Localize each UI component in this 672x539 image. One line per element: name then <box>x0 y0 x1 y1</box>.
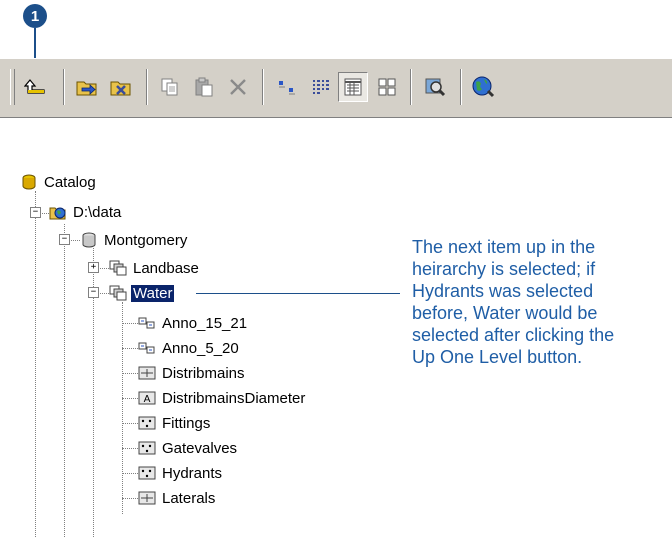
annotation-icon <box>138 317 155 329</box>
large-icons-icon <box>279 81 295 95</box>
catalog-toolbar <box>0 58 672 118</box>
feature-dataset-icon <box>109 285 127 301</box>
list-button[interactable] <box>306 72 336 102</box>
step-number-badge: 1 <box>23 4 47 28</box>
line-feature-class-icon <box>138 366 156 380</box>
line-feature-class-icon <box>138 491 156 505</box>
details-button[interactable] <box>338 72 368 102</box>
tree-item-label: Fittings <box>162 414 211 432</box>
tree-item-label: Gatevalves <box>162 439 238 457</box>
thumbnails-icon <box>378 78 396 96</box>
copy-button[interactable] <box>155 72 185 102</box>
annotation-line: heirarchy is selected; if <box>412 259 596 279</box>
disconnect-folder-button[interactable] <box>106 72 136 102</box>
tree-item-water[interactable]: Water <box>109 282 176 304</box>
globe-icon <box>472 76 495 98</box>
tree-item-feature-class[interactable]: Gatevalves <box>138 437 239 459</box>
tree-item-folder[interactable]: D:\data <box>49 201 123 223</box>
tree-item-label: Anno_5_20 <box>162 339 239 357</box>
folder-connection-icon <box>49 207 66 220</box>
magnifier-icon <box>425 78 446 97</box>
feature-dataset-icon <box>109 260 127 276</box>
catalog-tree: Catalog − D:\data − Montgomery + Landbas… <box>0 168 400 539</box>
tree-item-landbase[interactable]: Landbase <box>109 257 201 279</box>
point-feature-class-icon <box>138 466 156 480</box>
svg-text:A: A <box>144 394 151 405</box>
tree-item-database[interactable]: Montgomery <box>80 229 189 251</box>
tree-item-feature-class[interactable]: A DistribmainsDiameter <box>138 387 307 409</box>
annotation-line: The next item up in the <box>412 237 596 257</box>
tree-item-label: D:\data <box>73 203 122 221</box>
tree-item-label: Anno_15_21 <box>162 314 248 332</box>
tree-item-label: Landbase <box>133 259 199 277</box>
connect-folder-icon <box>76 81 97 96</box>
list-icon <box>313 80 329 94</box>
annotation-line: Up One Level button. <box>412 347 583 367</box>
expand-toggle[interactable]: + <box>88 262 99 273</box>
launch-arcmap-button[interactable] <box>420 72 450 102</box>
catalog-icon <box>22 174 36 190</box>
annotation-text: The next item up in the heirarchy is sel… <box>412 236 672 368</box>
tree-item-label: Montgomery <box>104 231 188 249</box>
delete-icon <box>230 79 246 95</box>
tree-item-label: Water <box>129 283 176 303</box>
annotation-leader-line <box>196 293 400 294</box>
annotation-icon <box>138 342 155 354</box>
large-icons-button[interactable] <box>272 72 302 102</box>
tree-item-feature-class[interactable]: Distribmains <box>138 362 247 384</box>
toolbar-separator <box>262 69 264 105</box>
toolbar-separator <box>410 69 412 105</box>
point-feature-class-icon <box>138 416 156 430</box>
copy-icon <box>161 78 178 96</box>
details-icon <box>344 78 362 96</box>
disconnect-folder-icon <box>110 81 131 96</box>
tree-item-feature-class[interactable]: Anno_5_20 <box>138 337 241 359</box>
toolbar-separator <box>63 69 65 105</box>
collapse-toggle[interactable]: − <box>59 234 70 245</box>
tree-item-label: Catalog <box>44 173 96 191</box>
tree-item-feature-class[interactable]: Fittings <box>138 412 212 434</box>
delete-button[interactable] <box>223 72 253 102</box>
paste-icon <box>195 77 213 97</box>
up-one-level-icon <box>24 79 45 94</box>
annotation-line: Hydrants was selected <box>412 281 594 301</box>
point-feature-class-icon <box>138 441 156 455</box>
tree-item-feature-class[interactable]: Anno_15_21 <box>138 312 249 334</box>
tree-item-feature-class[interactable]: Laterals <box>138 487 217 509</box>
thumbnails-button[interactable] <box>372 72 402 102</box>
tree-item-feature-class[interactable]: Hydrants <box>138 462 224 484</box>
up-one-level-button[interactable] <box>20 72 50 102</box>
collapse-toggle[interactable]: − <box>88 287 99 298</box>
toolbar-separator <box>460 69 462 105</box>
tree-item-label: Distribmains <box>162 364 245 382</box>
annotation-line: before, Water would be <box>412 303 598 323</box>
annotation-class-icon: A <box>138 391 156 405</box>
tree-item-label: Hydrants <box>162 464 223 482</box>
tree-item-label: Laterals <box>162 489 216 507</box>
collapse-toggle[interactable]: − <box>30 207 41 218</box>
tree-item-catalog[interactable]: Catalog <box>20 171 98 193</box>
geodatabase-icon <box>82 232 96 248</box>
toolbar-separator <box>146 69 148 105</box>
tree-item-label: DistribmainsDiameter <box>162 389 306 407</box>
globe-button[interactable] <box>468 72 498 102</box>
toolbar-grip[interactable] <box>10 69 15 105</box>
paste-button[interactable] <box>189 72 219 102</box>
connect-folder-button[interactable] <box>72 72 102 102</box>
annotation-line: selected after clicking the <box>412 325 615 345</box>
